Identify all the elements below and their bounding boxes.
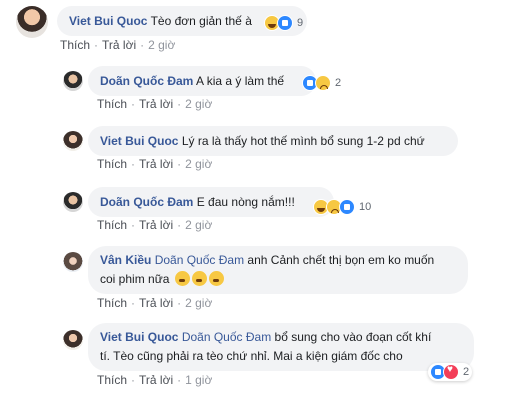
reaction-count: 2: [463, 366, 470, 378]
separator-dot: ·: [177, 296, 182, 310]
timestamp[interactable]: 1 giờ: [185, 373, 212, 387]
separator-dot: ·: [131, 373, 136, 387]
reaction-count: 10: [359, 201, 372, 213]
reactions-summary[interactable]: 9: [262, 14, 306, 32]
comment-author[interactable]: Vân Kiều: [100, 253, 151, 267]
reply-link[interactable]: Trả lời: [139, 218, 173, 232]
timestamp[interactable]: 2 giờ: [185, 296, 212, 310]
comment-bubble: Viet Bui Quoc Doãn Quốc Đam bổ sung cho …: [88, 323, 474, 371]
avatar[interactable]: [63, 252, 83, 272]
comment-actions: Thích · Trả lời · 2 giờ: [97, 296, 212, 310]
timestamp[interactable]: 2 giờ: [185, 97, 212, 111]
reactions-summary[interactable]: 2: [300, 74, 344, 92]
like-link[interactable]: Thích: [60, 38, 90, 52]
like-link[interactable]: Thích: [97, 296, 127, 310]
comment-bubble: Vân Kiều Doãn Quốc Đam anh Cảnh chết thị…: [88, 246, 468, 294]
reactions-summary[interactable]: 10: [311, 198, 374, 216]
comment-author[interactable]: Viet Bui Quoc: [100, 330, 178, 344]
reply-link[interactable]: Trả lời: [102, 38, 136, 52]
comment-text: Lý ra là thấy hot thế mình bổ sung 1-2 p…: [181, 134, 425, 148]
like-link[interactable]: Thích: [97, 157, 127, 171]
separator-dot: ·: [140, 38, 145, 52]
reaction-count: 2: [335, 77, 342, 89]
timestamp[interactable]: 2 giờ: [185, 157, 212, 171]
comment-author[interactable]: Doãn Quốc Đam: [100, 74, 193, 88]
avatar[interactable]: [16, 6, 48, 38]
reactions-summary[interactable]: 2: [428, 363, 473, 381]
comment-text: Tèo đơn giản thế à: [150, 14, 252, 28]
surprised-emoji: [191, 271, 207, 286]
comment-actions: Thích · Trả lời · 2 giờ: [60, 38, 175, 52]
comment-actions: Thích · Trả lời · 2 giờ: [97, 97, 212, 111]
comment-author[interactable]: Doãn Quốc Đam: [100, 195, 193, 209]
separator-dot: ·: [177, 97, 182, 111]
comment-actions: Thích · Trả lời · 1 giờ: [97, 373, 212, 387]
separator-dot: ·: [131, 157, 136, 171]
reply-link[interactable]: Trả lời: [139, 157, 173, 171]
like-link[interactable]: Thích: [97, 218, 127, 232]
separator-dot: ·: [177, 373, 182, 387]
like-icon: [277, 15, 293, 31]
separator-dot: ·: [177, 157, 182, 171]
timestamp[interactable]: 2 giờ: [185, 218, 212, 232]
love-icon: [443, 364, 459, 380]
comment-author[interactable]: Viet Bui Quoc: [69, 14, 147, 28]
comment-text: A kia a ý làm thế: [196, 74, 285, 88]
separator-dot: ·: [131, 97, 136, 111]
reply-link[interactable]: Trả lời: [139, 373, 173, 387]
like-icon: [339, 199, 355, 215]
avatar[interactable]: [63, 330, 83, 350]
like-link[interactable]: Thích: [97, 373, 127, 387]
reply-link[interactable]: Trả lời: [139, 296, 173, 310]
surprised-emoji: [208, 271, 224, 286]
mention-link[interactable]: Doãn Quốc Đam: [182, 330, 271, 344]
comment-bubble: Doãn Quốc Đam A kia a ý làm thế: [88, 66, 316, 96]
timestamp[interactable]: 2 giờ: [148, 38, 175, 52]
comment-author[interactable]: Viet Bui Quoc: [100, 134, 178, 148]
avatar[interactable]: [63, 131, 83, 151]
comment-actions: Thích · Trả lời · 2 giờ: [97, 157, 212, 171]
like-link[interactable]: Thích: [97, 97, 127, 111]
separator-dot: ·: [177, 218, 182, 232]
reaction-count: 9: [297, 17, 304, 29]
comment-text-line2: tí. Tèo cũng phải ra tèo chứ nhỉ. Mai a …: [100, 349, 403, 363]
sad-icon: [315, 75, 331, 91]
reply-link[interactable]: Trả lời: [139, 97, 173, 111]
comment-bubble: Doãn Quốc Đam E đau nòng nắm!!!: [88, 187, 334, 217]
separator-dot: ·: [94, 38, 99, 52]
avatar[interactable]: [63, 192, 83, 212]
separator-dot: ·: [131, 296, 136, 310]
avatar[interactable]: [63, 71, 83, 91]
comment-actions: Thích · Trả lời · 2 giờ: [97, 218, 212, 232]
comment-bubble: Viet Bui Quoc Lý ra là thấy hot thế mình…: [88, 126, 458, 156]
separator-dot: ·: [131, 218, 136, 232]
comment-text-line1: anh Cảnh chết thị bọn em ko muốn: [247, 253, 435, 267]
comment-text-line2: coi phim nữa: [100, 272, 170, 286]
comment-text-line1: bổ sung cho vào đoạn cốt khí: [274, 330, 432, 344]
surprised-emoji: [174, 271, 190, 286]
mention-link[interactable]: Doãn Quốc Đam: [155, 253, 244, 267]
comment-text: E đau nòng nắm!!!: [196, 195, 295, 209]
